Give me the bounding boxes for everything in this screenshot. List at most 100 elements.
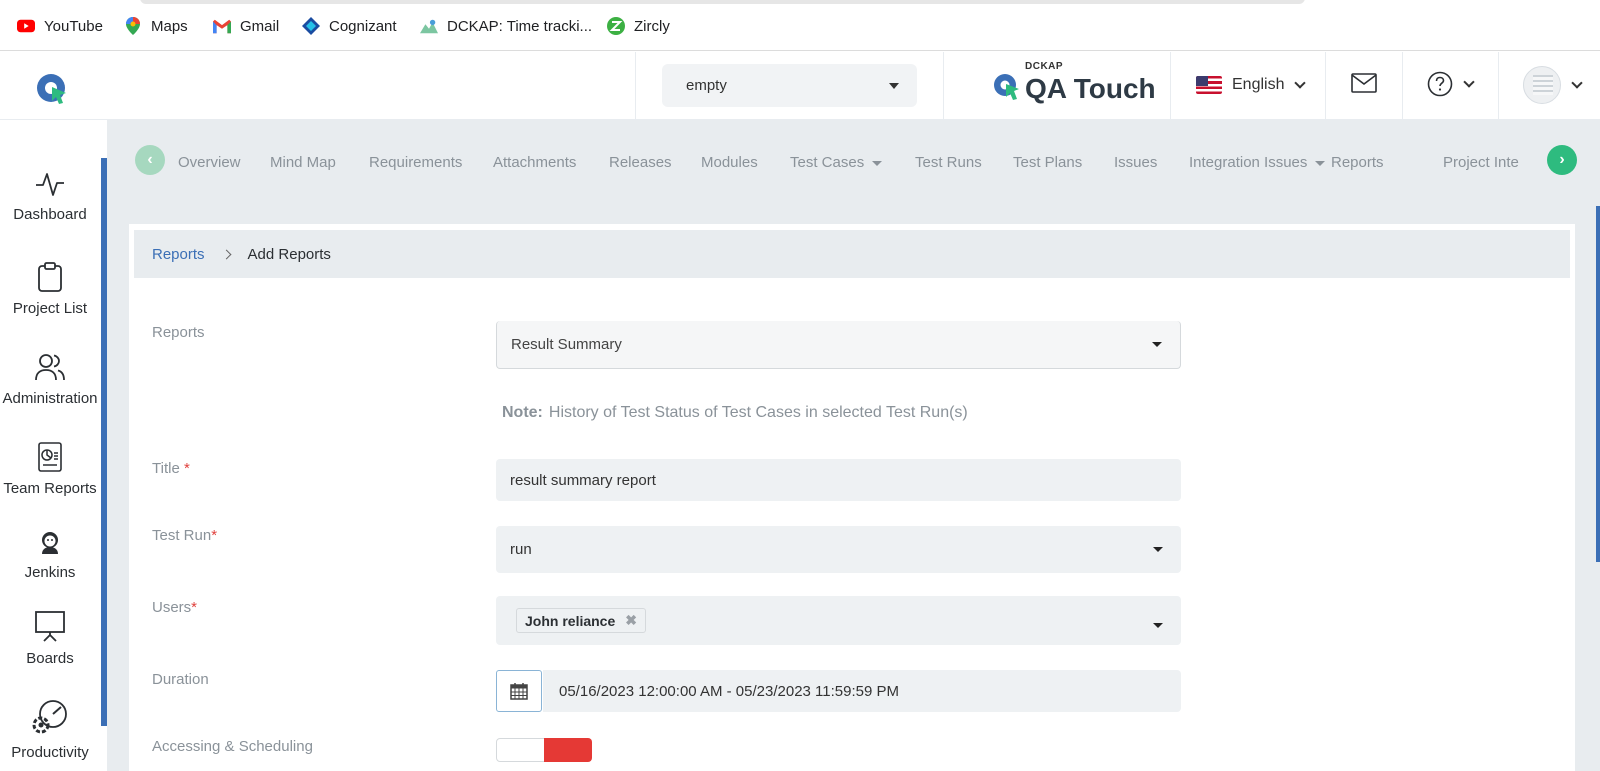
maps-icon <box>124 17 142 35</box>
caret-down-icon <box>1153 623 1163 628</box>
tabs-next-button[interactable]: › <box>1547 145 1577 175</box>
test-run-label-text: Test Run <box>152 527 212 544</box>
chevron-left-icon: ‹ <box>147 151 153 168</box>
sidebar-item-label: Project List <box>12 300 88 317</box>
caret-down-icon <box>872 160 883 166</box>
remove-tag-icon[interactable]: ✖ <box>625 612 637 629</box>
tab-mind-map[interactable]: Mind Map <box>270 154 336 171</box>
bookmark-label: Zircly <box>634 17 670 35</box>
tab-requirements[interactable]: Requirements <box>369 154 462 171</box>
tab-integration-issues-label: Integration Issues <box>1189 154 1308 171</box>
pulse-icon <box>36 173 64 196</box>
caret-down-icon <box>1315 160 1326 166</box>
duration-input-value: 05/16/2023 12:00:00 AM - 05/23/2023 11:5… <box>559 682 899 700</box>
bookmark-label: YouTube <box>44 17 103 35</box>
sidebar-item-boards[interactable]: Boards <box>0 610 100 667</box>
scheduling-toggle[interactable] <box>496 738 594 762</box>
sidebar-item-productivity[interactable]: Productivity <box>0 698 100 761</box>
sidebar-item-label: Productivity <box>11 744 89 761</box>
bookmark-cognizant[interactable]: Cognizant <box>302 17 397 35</box>
bookmark-youtube[interactable]: YouTube <box>17 17 103 35</box>
sidebar-item-administration[interactable]: Administration <box>0 352 100 407</box>
bookmark-label: DCKAP: Time tracki... <box>447 17 593 35</box>
sidebar-item-team-reports[interactable]: Team Reports <box>0 442 100 497</box>
clipboard-icon <box>38 262 62 292</box>
breadcrumb: Reports Add Reports <box>134 230 1570 278</box>
qatouch-logo-icon[interactable] <box>36 73 68 110</box>
tab-project-integrations[interactable]: Project Inte <box>1443 154 1541 171</box>
reports-select[interactable]: Result Summary <box>496 321 1181 369</box>
help-button[interactable] <box>1427 71 1475 97</box>
note-text: History of Test Status of Test Cases in … <box>548 404 968 421</box>
required-mark: * <box>211 527 218 544</box>
sidebar-item-dashboard[interactable]: Dashboard <box>0 170 100 223</box>
users-icon <box>35 354 65 381</box>
sidebar-item-label: Boards <box>26 650 74 667</box>
toggle-on-segment <box>544 738 592 762</box>
bookmark-label: Gmail <box>240 17 280 35</box>
board-icon <box>35 611 65 642</box>
report-note: Note: History of Test Status of Test Case… <box>502 404 968 422</box>
toggle-off-segment <box>496 738 546 762</box>
tabs-prev-button[interactable]: ‹ <box>135 145 165 175</box>
tab-integration-issues[interactable]: Integration Issues <box>1189 154 1326 171</box>
test-run-select[interactable]: run <box>496 526 1181 573</box>
header-divider <box>1170 52 1171 120</box>
users-label: Users* <box>152 599 197 616</box>
tab-reports[interactable]: Reports <box>1331 154 1384 171</box>
tab-test-plans[interactable]: Test Plans <box>1013 154 1082 171</box>
tab-overview[interactable]: Overview <box>178 154 241 171</box>
tab-modules[interactable]: Modules <box>701 154 758 171</box>
bookmark-gmail[interactable]: Gmail <box>213 17 279 35</box>
date-picker-button[interactable] <box>496 670 542 712</box>
user-tag-label: John reliance <box>525 612 616 629</box>
header-divider <box>1498 52 1499 120</box>
gauge-icon <box>32 700 67 734</box>
header-divider <box>1325 52 1326 120</box>
cognizant-icon <box>302 17 320 35</box>
address-bar-edge <box>140 0 1305 4</box>
breadcrumb-reports-link[interactable]: Reports <box>152 246 205 263</box>
help-icon <box>1427 71 1453 97</box>
tab-issues[interactable]: Issues <box>1114 154 1157 171</box>
project-select-value: empty <box>686 77 727 94</box>
test-run-label: Test Run* <box>152 527 217 544</box>
sidebar-item-label: Administration <box>2 390 98 407</box>
sidebar-item-project-list[interactable]: Project List <box>0 262 100 317</box>
tab-attachments[interactable]: Attachments <box>493 154 576 171</box>
bookmark-zircly[interactable]: Zircly <box>607 17 670 35</box>
brand-mark-icon <box>994 74 1019 100</box>
sidebar-item-label: Team Reports <box>3 480 97 497</box>
user-tag: John reliance ✖ <box>516 608 646 633</box>
caret-down-icon <box>1153 547 1163 552</box>
bookmark-dckap[interactable]: DCKAP: Time tracki... <box>420 17 592 35</box>
reports-label: Reports <box>152 324 205 341</box>
bookmark-maps[interactable]: Maps <box>124 17 188 35</box>
caret-down-icon <box>1152 342 1162 347</box>
title-label: Title * <box>152 460 190 477</box>
chevron-right-icon: › <box>1559 151 1565 168</box>
duration-input[interactable]: 05/16/2023 12:00:00 AM - 05/23/2023 11:5… <box>543 670 1181 712</box>
project-select[interactable]: empty <box>662 64 917 107</box>
tab-releases[interactable]: Releases <box>609 154 672 171</box>
sidebar-item-jenkins[interactable]: Jenkins <box>0 530 100 581</box>
tab-test-runs[interactable]: Test Runs <box>915 154 982 171</box>
youtube-icon <box>17 17 35 35</box>
us-flag-icon <box>1196 76 1222 94</box>
jenkins-icon <box>42 532 58 554</box>
user-menu[interactable] <box>1523 66 1583 104</box>
users-multiselect[interactable]: John reliance ✖ <box>496 596 1181 645</box>
sidebar-item-label: Dashboard <box>13 206 87 223</box>
brand-dckap-text: DCKAP <box>1025 61 1064 72</box>
tab-test-cases[interactable]: Test Cases <box>790 154 883 171</box>
reports-select-value: Result Summary <box>511 336 622 353</box>
page-scrollbar[interactable] <box>1596 206 1600 562</box>
sidebar-item-label: Jenkins <box>24 564 76 581</box>
mail-button[interactable] <box>1351 73 1377 98</box>
language-select[interactable]: English <box>1196 76 1307 94</box>
add-report-form: Reports Add Reports Reports Result Summa… <box>129 224 1575 771</box>
test-run-select-value: run <box>510 541 532 558</box>
note-prefix: Note: <box>502 404 543 421</box>
mail-icon <box>1351 73 1377 93</box>
title-input[interactable]: result summary report <box>496 459 1181 501</box>
